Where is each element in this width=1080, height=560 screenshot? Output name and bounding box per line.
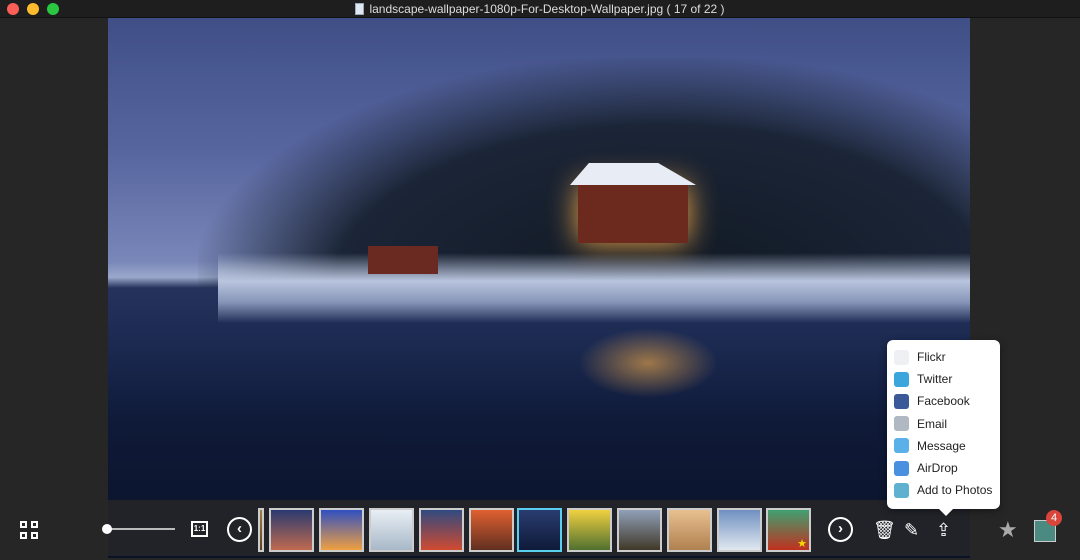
thumbnail-partial[interactable] — [258, 508, 264, 552]
share-icon[interactable]: ⇪ — [936, 520, 951, 541]
queue-badge: 4 — [1046, 510, 1062, 526]
thumbnail-red-clouds[interactable] — [419, 508, 464, 552]
thumbnail-winter-house[interactable] — [517, 508, 562, 552]
thumbnail-dolphin-sunset[interactable] — [319, 508, 364, 552]
grid-view-icon[interactable] — [20, 521, 38, 539]
share-menu-item-add-to-photos[interactable]: Add to Photos — [887, 479, 1000, 501]
share-menu-item-airdrop[interactable]: AirDrop — [887, 457, 1000, 479]
share-menu-item-facebook[interactable]: Facebook — [887, 390, 1000, 412]
trash-icon[interactable]: 🗑 — [873, 520, 896, 541]
edit-icon[interactable]: ✎ — [904, 520, 919, 541]
share-menu-item-label: Message — [917, 438, 966, 453]
photos-icon — [894, 482, 909, 498]
close-button[interactable] — [7, 3, 19, 15]
share-menu: Flickr Twitter Facebook Email Message AirDrop… — [887, 340, 1000, 516]
thumbnail-snow-trees[interactable] — [717, 508, 762, 552]
message-icon — [894, 438, 909, 454]
title-bar: landscape-wallpaper-1080p-For-Desktop-Wa… — [0, 0, 1080, 18]
zoom-button[interactable] — [47, 3, 59, 15]
twitter-icon — [894, 371, 909, 387]
zoom-slider-knob[interactable] — [102, 524, 112, 534]
share-menu-item-label: Email — [917, 416, 948, 431]
thumbnail-seal[interactable] — [369, 508, 414, 552]
photo-house — [578, 183, 688, 243]
share-menu-item-label: Add to Photos — [917, 483, 993, 498]
zoom-slider[interactable] — [107, 528, 175, 530]
file-icon — [355, 3, 365, 15]
thumbnail-red-flower[interactable]: ★ — [766, 508, 811, 552]
share-menu-item-twitter[interactable]: Twitter — [887, 368, 1000, 390]
favorite-star-icon[interactable]: ★ — [998, 517, 1018, 543]
photo-cabin — [368, 246, 438, 274]
share-menu-item-label: AirDrop — [917, 461, 958, 476]
share-menu-item-label: Facebook — [917, 394, 970, 409]
share-menu-item-label: Flickr — [917, 350, 946, 365]
share-menu-item-message[interactable]: Message — [887, 435, 1000, 457]
share-menu-item-flickr[interactable]: Flickr — [887, 346, 1000, 368]
actual-size-button[interactable]: 1:1 — [191, 521, 208, 537]
next-button[interactable]: › — [828, 517, 853, 542]
facebook-icon — [894, 393, 909, 409]
window-title: landscape-wallpaper-1080p-For-Desktop-Wa… — [369, 2, 725, 16]
flickr-icon — [894, 349, 909, 365]
thumbnail-mountain-night[interactable] — [269, 508, 314, 552]
email-icon — [894, 416, 909, 432]
main-photo[interactable] — [108, 18, 970, 558]
star-icon: ★ — [797, 538, 807, 550]
photo-reflection — [578, 328, 718, 398]
thumbnail-bunny[interactable] — [667, 508, 712, 552]
airdrop-icon — [894, 460, 909, 476]
thumbnail-coast[interactable] — [617, 508, 662, 552]
share-menu-item-email[interactable]: Email — [887, 413, 1000, 435]
photo-shore — [218, 253, 970, 323]
previous-button[interactable]: ‹ — [227, 517, 252, 542]
share-menu-item-label: Twitter — [917, 372, 953, 387]
thumbnail-sunset-lake[interactable] — [469, 508, 514, 552]
thumbnail-daisy[interactable] — [567, 508, 612, 552]
minimize-button[interactable] — [27, 3, 39, 15]
